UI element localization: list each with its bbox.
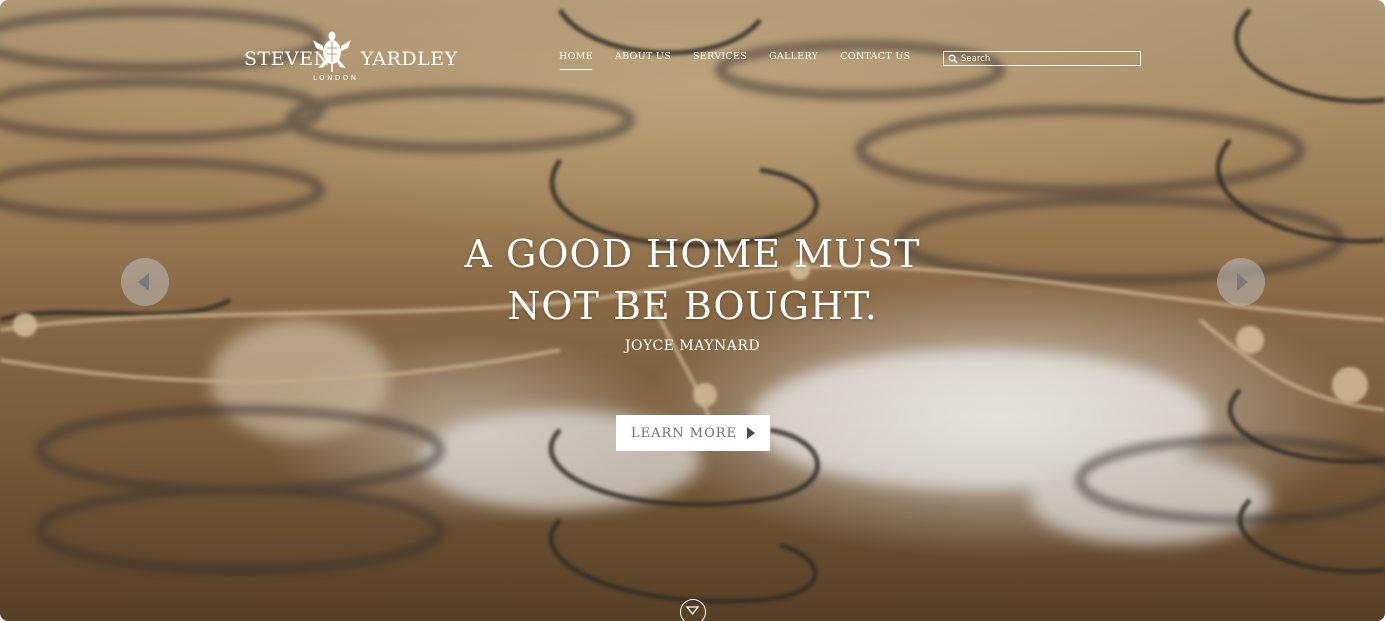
turtle-icon <box>313 31 351 72</box>
learn-more-label: LEARN MORE <box>630 425 738 441</box>
scroll-down-button[interactable] <box>680 599 706 621</box>
nav-item-contact-us[interactable]: CONTACT US <box>840 51 910 62</box>
nav-item-services[interactable]: SERVICES <box>693 51 747 62</box>
chevron-down-icon <box>686 606 699 616</box>
play-triangle-icon <box>747 427 756 439</box>
main-nav: HOME ABOUT US SERVICES GALLERY CONTACT U… <box>559 51 910 70</box>
learn-more-button[interactable]: LEARN MORE <box>616 415 770 451</box>
hero-headline-line-1: A GOOD HOME MUST <box>464 232 921 276</box>
nav-item-home[interactable]: HOME <box>559 51 593 70</box>
search-icon <box>948 54 958 63</box>
hero-headline-line-2: NOT BE BOUGHT. <box>507 284 878 328</box>
brand-name-second: YARDLEY <box>360 48 458 70</box>
nav-item-gallery[interactable]: GALLERY <box>769 51 818 62</box>
hero-slide: STEVEN YARDLEY LONDON HOME ABOUT US SERVI… <box>0 0 1385 621</box>
hero-headline: A GOOD HOME MUST NOT BE BOUGHT. <box>0 228 1385 332</box>
brand-location: LONDON <box>313 74 359 82</box>
nav-item-about-us[interactable]: ABOUT US <box>615 51 671 62</box>
hero-quote-author: JOYCE MAYNARD <box>624 338 761 354</box>
search-input[interactable] <box>958 52 1131 65</box>
brand-logo[interactable]: STEVEN YARDLEY LONDON <box>244 30 457 86</box>
page: STEVEN YARDLEY LONDON HOME ABOUT US SERVI… <box>0 0 1385 621</box>
search-box[interactable] <box>943 51 1141 66</box>
